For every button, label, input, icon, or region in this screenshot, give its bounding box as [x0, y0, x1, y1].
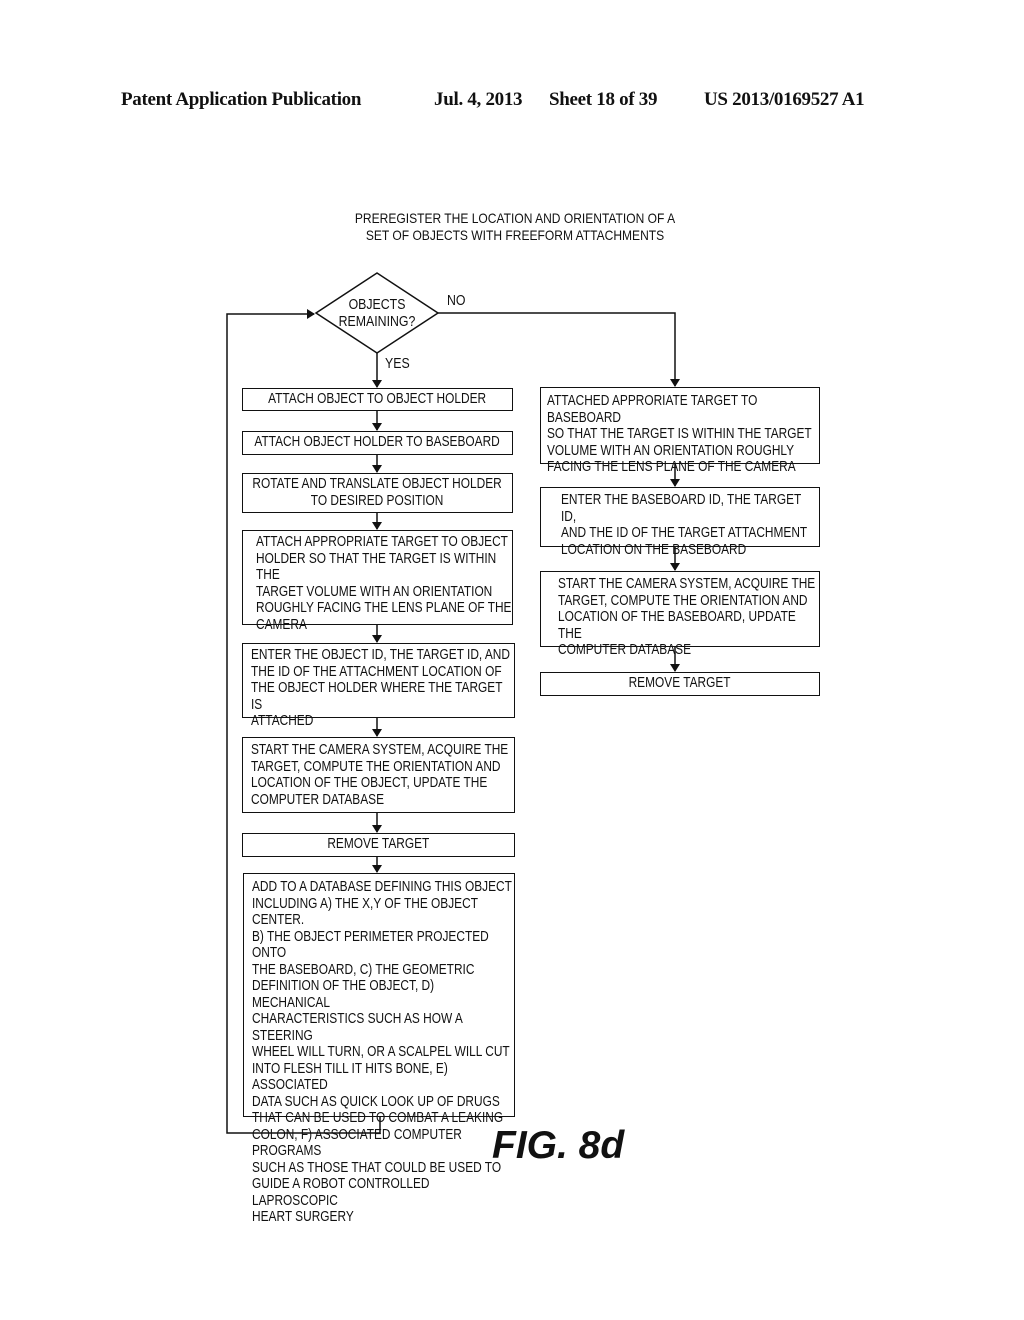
step-add-to-database: ADD TO A DATABASE DEFINING THIS OBJECT I… — [243, 873, 515, 1225]
yes-label: YES — [385, 356, 410, 372]
step-text: ADD TO A DATABASE DEFINING THIS OBJECT I… — [252, 879, 512, 1225]
step-rotate-translate-holder: ROTATE AND TRANSLATE OBJECT HOLDER TO DE… — [242, 473, 513, 513]
step-attach-target-to-holder: ATTACH APPROPRIATE TARGET TO OBJECT HOLD… — [242, 530, 513, 633]
step-remove-target-left: REMOVE TARGET — [242, 833, 515, 857]
step-text: REMOVE TARGET — [629, 675, 731, 691]
step-text: START THE CAMERA SYSTEM, ACQUIRE THE TAR… — [558, 576, 816, 658]
step-remove-target-right: REMOVE TARGET — [540, 672, 820, 696]
no-label: NO — [447, 293, 466, 309]
step-start-camera-baseboard: START THE CAMERA SYSTEM, ACQUIRE THE TAR… — [540, 571, 820, 658]
step-attach-object-to-holder: ATTACH OBJECT TO OBJECT HOLDER — [242, 388, 513, 411]
step-enter-object-ids: ENTER THE OBJECT ID, THE TARGET ID, AND … — [242, 643, 515, 729]
arrow-no — [438, 312, 680, 387]
step-enter-baseboard-ids: ENTER THE BASEBOARD ID, THE TARGET ID, A… — [540, 487, 820, 558]
step-text: ATTACH OBJECT TO OBJECT HOLDER — [268, 391, 487, 407]
step-text: ROTATE AND TRANSLATE OBJECT HOLDER TO DE… — [252, 476, 503, 509]
step-attach-holder-to-baseboard: ATTACH OBJECT HOLDER TO BASEBOARD — [242, 431, 513, 455]
decision-text: OBJECTS REMAINING? — [338, 297, 416, 330]
step-attach-target-to-baseboard: ATTACHED APPRORIATE TARGET TO BASEBOARD … — [540, 387, 820, 475]
step-text: ATTACH APPROPRIATE TARGET TO OBJECT HOLD… — [256, 534, 512, 633]
step-start-camera-object: START THE CAMERA SYSTEM, ACQUIRE THE TAR… — [242, 737, 515, 813]
step-text: ENTER THE BASEBOARD ID, THE TARGET ID, A… — [561, 492, 808, 558]
figure-label: FIG. 8d — [492, 1124, 625, 1167]
step-text: ATTACHED APPRORIATE TARGET TO BASEBOARD … — [547, 393, 812, 475]
step-text: ENTER THE OBJECT ID, THE TARGET ID, AND … — [251, 647, 510, 729]
step-text: ATTACH OBJECT HOLDER TO BASEBOARD — [254, 434, 501, 450]
step-text: REMOVE TARGET — [327, 836, 430, 852]
step-text: START THE CAMERA SYSTEM, ACQUIRE THE TAR… — [251, 742, 509, 808]
